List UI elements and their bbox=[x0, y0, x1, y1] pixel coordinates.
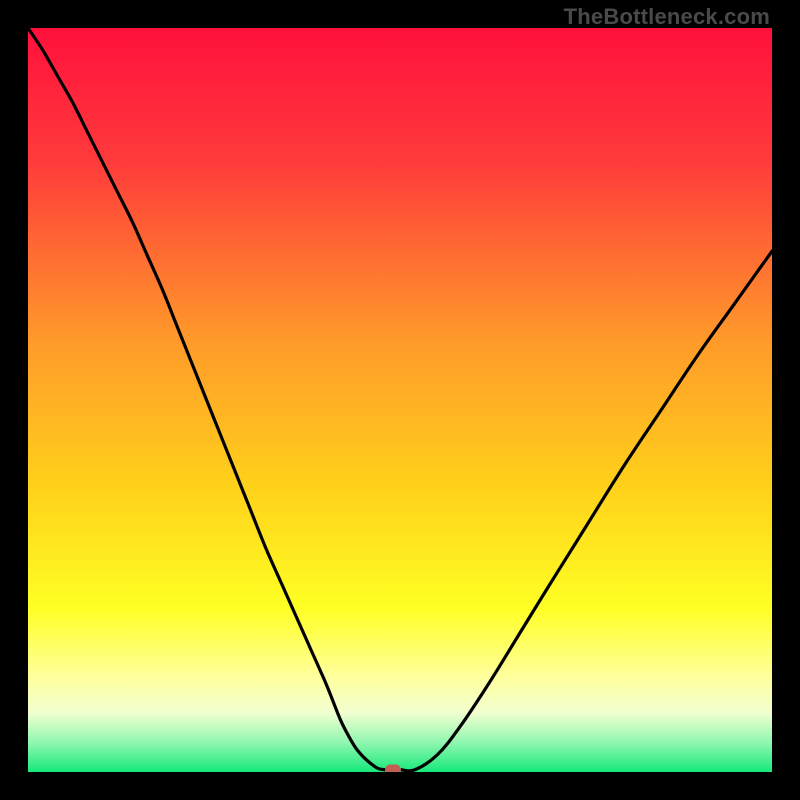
watermark-text: TheBottleneck.com bbox=[564, 4, 770, 30]
chart-frame: TheBottleneck.com bbox=[0, 0, 800, 800]
plot-area bbox=[28, 28, 772, 772]
optimal-point-marker bbox=[385, 764, 401, 772]
bottleneck-curve bbox=[28, 28, 772, 772]
